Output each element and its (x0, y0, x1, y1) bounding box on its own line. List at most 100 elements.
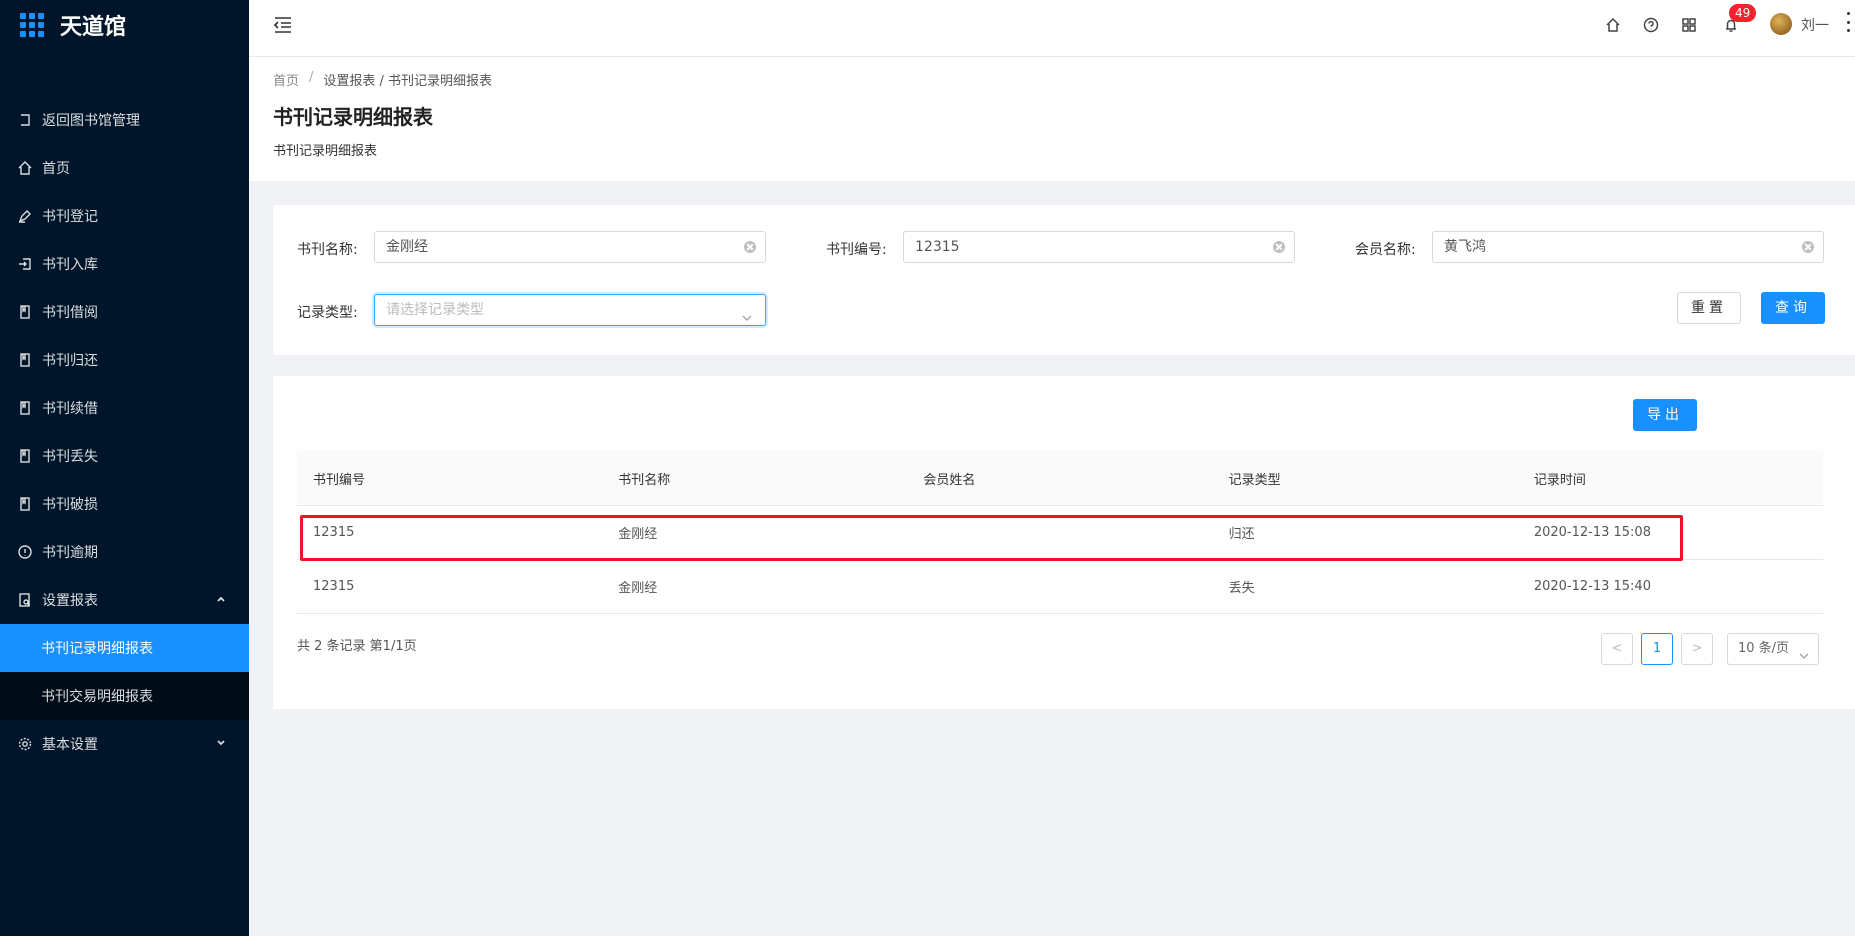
sidebar-item-label: 返回图书馆管理 (42, 113, 140, 129)
table-header: 书刊编号 书刊名称 会员姓名 记录类型 记录时间 (297, 451, 1823, 506)
sidebar-item-book-damaged[interactable]: 书刊破损 (0, 480, 249, 528)
table-row[interactable]: 12315 金刚经 归还 2020-12-13 15:08 (297, 506, 1823, 560)
cell-record-type: 归还 (1228, 527, 1255, 542)
cell-book-name: 金刚经 (618, 581, 658, 596)
sidebar-item-book-record-report[interactable]: 书刊记录明细报表 (0, 624, 249, 672)
clear-icon[interactable] (1802, 241, 1814, 253)
book-icon (18, 353, 32, 367)
records-table: 书刊编号 书刊名称 会员姓名 记录类型 记录时间 12315 金刚经 归还 20… (297, 451, 1823, 614)
sidebar-item-book-register[interactable]: 书刊登记 (0, 192, 249, 240)
column-header[interactable]: 书刊编号 (297, 469, 602, 488)
back-icon (18, 113, 32, 127)
record-type-label: 记录类型: (297, 305, 358, 321)
book-no-label: 书刊编号: (826, 242, 887, 258)
sidebar-item-label: 书刊归还 (42, 353, 98, 369)
sidebar-item-label: 基本设置 (42, 737, 98, 753)
sidebar-item-label: 首页 (42, 161, 70, 177)
results-card: 导出 书刊编号 书刊名称 会员姓名 记录类型 记录时间 12315 金刚经 归还… (273, 376, 1855, 709)
gear-icon (18, 737, 32, 751)
sidebar-item-back-library[interactable]: 返回图书馆管理 (0, 96, 249, 144)
page-description: 书刊记录明细报表 (273, 144, 378, 159)
app-title: 天道馆 (60, 15, 127, 40)
book-no-input[interactable]: 12315 (903, 231, 1295, 263)
breadcrumb: 首页 / 设置报表 / 书刊记录明细报表 (273, 70, 492, 89)
cell-book-no: 12315 (313, 525, 355, 540)
member-name-value: 黄飞鸿 (1444, 239, 1486, 255)
sidebar-item-book-stock-in[interactable]: 书刊入库 (0, 240, 249, 288)
sidebar-item-label: 书刊丢失 (42, 449, 98, 465)
book-icon (18, 401, 32, 415)
sidebar-item-book-transaction-report[interactable]: 书刊交易明细报表 (0, 672, 249, 720)
sidebar-item-book-return[interactable]: 书刊归还 (0, 336, 249, 384)
sidebar-menu: 返回图书馆管理 首页 书刊登记 书刊入库 书刊借阅 书刊归还 书刊续借 书刊丢失… (0, 96, 249, 768)
reports-submenu: 书刊记录明细报表 书刊交易明细报表 (0, 624, 249, 720)
cell-record-time: 2020-12-13 15:08 (1533, 525, 1651, 540)
home-icon (18, 161, 32, 175)
sidebar-item-label: 书刊登记 (42, 209, 98, 225)
import-icon (18, 257, 32, 271)
sidebar-item-book-lost[interactable]: 书刊丢失 (0, 432, 249, 480)
pen-icon (18, 209, 32, 223)
member-name-input[interactable]: 黄飞鸿 (1432, 231, 1824, 263)
menu-fold-icon[interactable] (273, 16, 293, 34)
sidebar-item-basic-settings[interactable]: 基本设置 (0, 720, 249, 768)
sidebar-item-reports[interactable]: 设置报表 (0, 576, 249, 624)
home-icon[interactable] (1605, 17, 1621, 33)
cell-book-name: 金刚经 (618, 527, 658, 542)
sidebar-item-book-renew[interactable]: 书刊续借 (0, 384, 249, 432)
next-page-button[interactable]: > (1681, 633, 1713, 665)
logo[interactable]: 天道馆 (0, 0, 249, 50)
username[interactable]: 刘一 (1801, 15, 1829, 35)
export-button[interactable]: 导出 (1633, 399, 1697, 431)
sidebar-item-home[interactable]: 首页 (0, 144, 249, 192)
column-header[interactable]: 记录时间 (1518, 469, 1823, 488)
pagination-total: 共 2 条记录 第1/1页 (297, 639, 417, 654)
search-form: 书刊名称: 金刚经 书刊编号: 12315 会员名称: 黄飞鸿 记录类型: 请选… (273, 205, 1855, 355)
breadcrumb-current: 设置报表 / 书刊记录明细报表 (323, 74, 493, 89)
breadcrumb-home[interactable]: 首页 (273, 70, 299, 89)
apps-icon[interactable] (1681, 17, 1697, 33)
info-circle-icon (18, 545, 32, 559)
page-size-value: 10 条/页 (1738, 641, 1790, 656)
book-icon (18, 497, 32, 511)
sidebar-item-label: 书刊入库 (42, 257, 98, 273)
book-name-input[interactable]: 金刚经 (374, 231, 766, 263)
breadcrumb-separator: / (309, 70, 314, 85)
member-name-label: 会员名称: (1355, 242, 1416, 258)
page-header: 首页 / 设置报表 / 书刊记录明细报表 书刊记录明细报表 书刊记录明细报表 (249, 57, 1855, 181)
report-icon (18, 593, 32, 607)
chevron-down-icon (741, 305, 753, 322)
page-size-select[interactable]: 10 条/页 (1727, 633, 1819, 665)
top-header: 49 刘一 (249, 0, 1855, 57)
column-header[interactable]: 记录类型 (1213, 469, 1518, 488)
clear-icon[interactable] (1273, 241, 1285, 253)
sidebar-item-label: 书刊续借 (42, 401, 98, 417)
book-icon (18, 449, 32, 463)
column-header[interactable]: 会员姓名 (907, 469, 1212, 488)
prev-page-button[interactable]: < (1601, 633, 1633, 665)
sidebar-item-label: 书刊逾期 (42, 545, 98, 561)
sidebar-item-label: 书刊破损 (42, 497, 98, 513)
sidebar-item-label: 书刊交易明细报表 (41, 689, 153, 705)
cell-record-time: 2020-12-13 15:40 (1533, 579, 1651, 594)
clear-icon[interactable] (744, 241, 756, 253)
help-icon[interactable] (1643, 17, 1659, 33)
sidebar-item-book-overdue[interactable]: 书刊逾期 (0, 528, 249, 576)
query-button[interactable]: 查询 (1761, 292, 1825, 324)
sidebar-item-book-borrow[interactable]: 书刊借阅 (0, 288, 249, 336)
page-number-button[interactable]: 1 (1641, 633, 1673, 665)
chevron-up-icon (215, 593, 229, 607)
sidebar: 天道馆 返回图书馆管理 首页 书刊登记 书刊入库 书刊借阅 书刊归还 书刊续借 … (0, 0, 249, 936)
record-type-select[interactable]: 请选择记录类型 (374, 294, 766, 326)
page-title: 书刊记录明细报表 (273, 105, 433, 129)
reset-button[interactable]: 重置 (1677, 292, 1741, 324)
avatar[interactable] (1770, 13, 1792, 35)
sidebar-item-label: 设置报表 (42, 593, 98, 609)
table-row[interactable]: 12315 金刚经 丢失 2020-12-13 15:40 (297, 560, 1823, 614)
more-vertical-icon[interactable] (1847, 12, 1853, 32)
app-grid-icon (20, 13, 44, 37)
notification-badge: 49 (1729, 4, 1757, 22)
book-icon (18, 305, 32, 319)
book-name-value: 金刚经 (386, 239, 428, 255)
column-header[interactable]: 书刊名称 (602, 469, 907, 488)
